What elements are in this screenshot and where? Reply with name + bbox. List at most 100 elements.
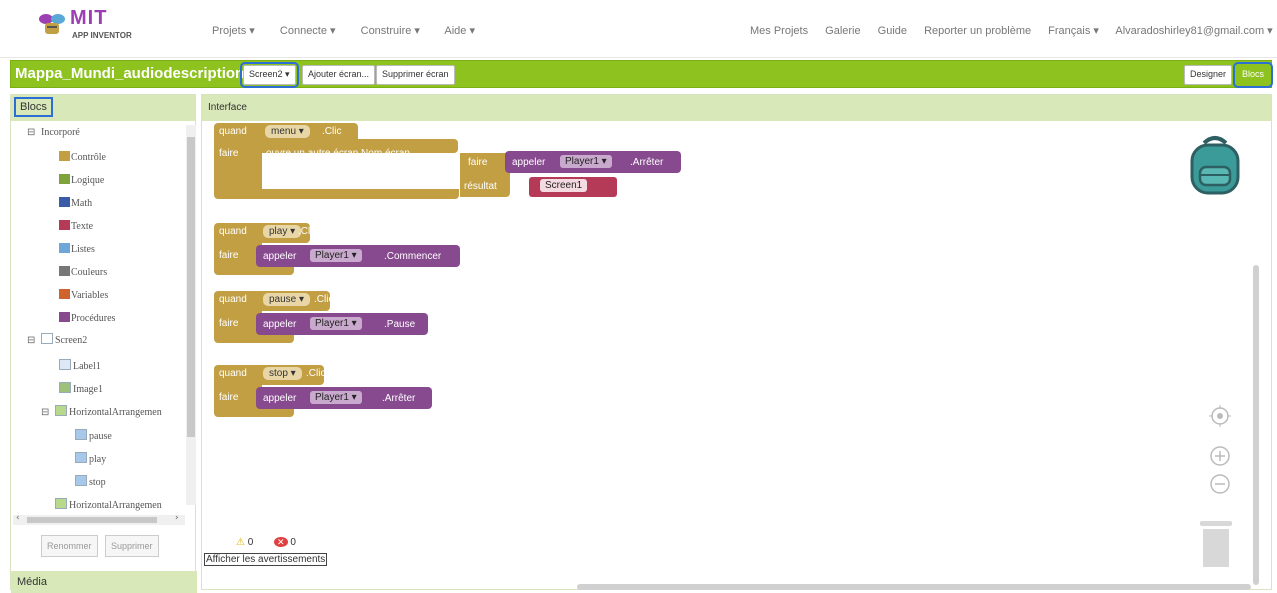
category-colors[interactable]: Couleurs [59,265,107,281]
menu-report-problem[interactable]: Reporter un problème [924,25,1031,37]
menu-help[interactable]: Aide ▾ [444,25,475,37]
control-icon [59,151,70,161]
category-math[interactable]: Math [59,196,92,212]
user-menu: Mes Projets Galerie Guide Reporter un pr… [750,24,1273,37]
category-text[interactable]: Texte [59,219,93,235]
call-label: appeler [263,319,297,330]
player-dropdown[interactable]: Player1 ▾ [560,155,612,168]
arrangement-icon [55,498,67,509]
result-label: résultat [464,181,497,192]
menu-projects[interactable]: Projets ▾ [212,25,255,37]
lists-icon [59,243,70,253]
logic-icon [59,174,70,184]
warning-indicator[interactable]: ⚠ 0 [236,537,253,548]
block-when-label: quand [219,294,247,305]
screen-icon [41,333,53,344]
image-icon [59,382,71,393]
category-control[interactable]: Contrôle [59,150,106,166]
tree-horizontal-scrollbar[interactable]: ‹ › [13,513,185,525]
category-variables[interactable]: Variables [59,288,108,304]
menu-gallery[interactable]: Galerie [825,25,860,37]
block-when-label: quand [219,368,247,379]
player-dropdown[interactable]: Player1 ▾ [310,391,362,404]
event-block-menu-footer [214,189,459,199]
call-label: appeler [263,251,297,262]
component-horizontal-arrangement-2[interactable]: HorizontalArrangemen [55,498,162,514]
category-lists[interactable]: Listes [59,242,95,258]
menu-guide[interactable]: Guide [878,25,907,37]
menu-build[interactable]: Construire ▾ [361,25,420,37]
tree-builtin[interactable]: Incorporé [41,125,80,141]
error-indicator[interactable]: ✕ 0 [274,537,296,548]
method-label: .Commencer [384,251,442,262]
center-icon[interactable] [1209,405,1231,427]
screen-select-button[interactable]: Screen2 ▾ [240,62,299,88]
component-play[interactable]: play [75,452,106,468]
blocks-panel: Blocs ⊟ Incorporé Contrôle Logique Math … [10,94,197,593]
logo-subtitle: APP INVENTOR [72,31,132,40]
add-screen-button[interactable]: Ajouter écran... [302,65,376,85]
project-toolbar: Mappa_Mundi_audiodescription Screen2 ▾ A… [10,60,1274,88]
block-event-label: .Clic [306,368,326,379]
collapse-arrangement-icon[interactable]: ⊟ [41,407,49,418]
scrollbar-thumb[interactable] [187,137,195,437]
component-dropdown-pause[interactable]: pause ▾ [263,293,311,306]
category-procedures[interactable]: Procédures [59,311,115,327]
app-inventor-logo[interactable]: MIT APP INVENTOR [37,7,147,45]
scroll-right-icon[interactable]: › [175,513,179,523]
blocks-button[interactable]: Blocs [1232,62,1274,88]
procedures-icon [59,312,70,322]
menu-my-projects[interactable]: Mes Projets [750,25,808,37]
zoom-out-icon[interactable] [1209,473,1231,495]
workspace-vertical-scrollbar[interactable] [1253,265,1259,585]
error-icon: ✕ [274,537,288,547]
blocks-workspace[interactable]: Interface quand menu ▾ .Clic faire ouvre… [201,94,1272,590]
call-label: appeler [512,157,546,168]
method-label: .Arrêter [382,393,416,404]
rename-button[interactable]: Renommer [41,535,98,557]
project-name: Mappa_Mundi_audiodescription [15,65,245,82]
player-dropdown[interactable]: Player1 ▾ [310,249,362,262]
component-label1[interactable]: Label1 [59,359,101,375]
menu-connect[interactable]: Connecte ▾ [280,25,336,37]
designer-button[interactable]: Designer [1184,65,1233,85]
workspace-horizontal-scrollbar[interactable] [577,584,1251,590]
block-when-label: quand [219,126,247,137]
text-value-screen1[interactable]: Screen1 [540,179,588,192]
collapse-builtin-icon[interactable]: ⊟ [27,127,35,138]
component-image1[interactable]: Image1 [59,382,103,398]
blocks-panel-title: Blocs [14,97,53,117]
menu-account[interactable]: Alvaradoshirley81@gmail.com ▾ [1115,25,1272,37]
remove-screen-button[interactable]: Supprimer écran [376,65,455,85]
scrollbar-thumb[interactable] [27,517,157,523]
block-when-label: quand [219,226,247,237]
player-dropdown[interactable]: Player1 ▾ [310,317,362,330]
tree-vertical-scrollbar[interactable] [186,125,196,505]
collapse-screen-icon[interactable]: ⊟ [27,335,35,346]
tree-screen2[interactable]: Screen2 [41,333,87,349]
blocks-panel-header: Blocs [11,95,195,121]
error-count: 0 [290,537,296,548]
component-dropdown-stop[interactable]: stop ▾ [263,367,302,380]
scroll-left-icon[interactable]: ‹ [16,513,20,523]
method-label: .Pause [384,319,416,330]
block-do-label: faire [219,148,239,159]
component-dropdown-menu[interactable]: menu ▾ [265,125,310,138]
zoom-in-icon[interactable] [1209,445,1231,467]
menu-language[interactable]: Français ▾ [1048,25,1099,37]
delete-button[interactable]: Supprimer [105,535,159,557]
bee-logo-icon [39,14,65,34]
component-dropdown-play[interactable]: play ▾ [263,225,302,238]
component-horizontal-arrangement-1[interactable]: HorizontalArrangemen [55,405,162,421]
backpack-icon[interactable] [1186,133,1244,197]
text-icon [59,220,70,230]
top-navbar: MIT APP INVENTOR Projets ▾ Connecte ▾ Co… [0,0,1277,58]
block-event-label: .Clic [298,226,318,237]
category-logic[interactable]: Logique [59,173,104,189]
logo-title: MIT [70,7,108,29]
show-warnings-button[interactable]: Afficher les avertissements [204,553,328,566]
component-pause[interactable]: pause [75,429,112,445]
trash-icon[interactable] [1198,519,1234,569]
component-stop[interactable]: stop [75,475,106,491]
main-menu: Projets ▾ Connecte ▾ Construire ▾ Aide ▾ [212,24,497,37]
